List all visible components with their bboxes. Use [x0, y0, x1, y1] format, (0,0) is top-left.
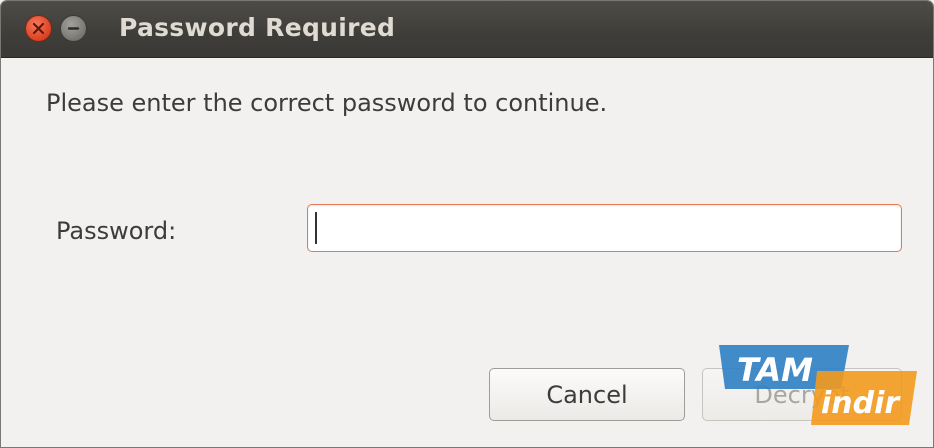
- minimize-button[interactable]: [60, 15, 87, 42]
- password-dialog-window: Password Required Please enter the corre…: [0, 0, 934, 448]
- close-icon: [32, 22, 45, 35]
- titlebar: Password Required: [1, 1, 933, 58]
- text-caret: [315, 212, 317, 244]
- password-input[interactable]: [307, 204, 902, 252]
- decrypt-button[interactable]: Decrypt: [702, 368, 902, 421]
- cancel-button[interactable]: Cancel: [489, 368, 685, 421]
- instruction-message: Please enter the correct password to con…: [46, 89, 608, 117]
- minimize-icon: [67, 27, 80, 30]
- close-button[interactable]: [25, 15, 52, 42]
- window-title: Password Required: [119, 13, 396, 42]
- password-label: Password:: [56, 217, 177, 245]
